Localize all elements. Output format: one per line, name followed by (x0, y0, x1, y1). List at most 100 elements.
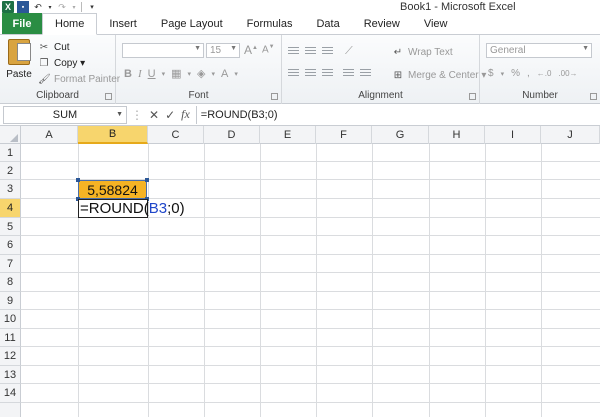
italic-icon[interactable]: I (138, 68, 142, 80)
select-all-button[interactable] (0, 126, 21, 144)
tab-view[interactable]: View (412, 13, 460, 34)
align-right-icon[interactable] (322, 69, 333, 78)
align-left-icon[interactable] (288, 69, 299, 78)
align-center-icon[interactable] (305, 69, 316, 78)
top-align-icon[interactable] (288, 47, 299, 56)
redo-dropdown-icon[interactable]: ▾ (71, 1, 77, 13)
column-header-e[interactable]: E (260, 126, 316, 144)
cell-b4-editor[interactable]: =ROUND(B3 ;0) (78, 199, 185, 218)
excel-logo-icon[interactable]: X (2, 1, 14, 13)
tab-review[interactable]: Review (352, 13, 412, 34)
name-box-value: SUM (52, 108, 78, 121)
middle-align-icon[interactable] (305, 47, 316, 56)
number-format-combo[interactable]: General ▼ (486, 43, 592, 58)
tab-file[interactable]: File (2, 13, 42, 34)
row-header-1[interactable]: 1 (0, 144, 21, 162)
decrease-indent-icon[interactable] (343, 69, 354, 78)
column-header-j[interactable]: J (541, 126, 600, 144)
row-header-3[interactable]: 3 (0, 180, 21, 199)
borders-dropdown-icon[interactable]: ▾ (188, 70, 192, 78)
paste-button[interactable]: Paste (4, 39, 34, 87)
increase-decimal-icon[interactable]: ←.0 (537, 69, 552, 78)
row-header-15[interactable] (0, 403, 21, 417)
tab-formulas[interactable]: Formulas (235, 13, 305, 34)
cut-button[interactable]: ✂ Cut (38, 40, 70, 54)
orientation-icon[interactable]: ⟋ (345, 45, 353, 58)
percent-icon[interactable]: % (511, 68, 520, 79)
row-header-6[interactable]: 6 (0, 236, 21, 255)
underline-dropdown-icon[interactable]: ▾ (162, 70, 166, 78)
format-painter-button[interactable]: 🖌 Format Painter (38, 72, 120, 86)
clipboard-launcher-icon[interactable] (105, 93, 112, 100)
formula-reference-text: B3 (148, 200, 168, 217)
worksheet-grid[interactable]: A B C D E F G H I J 1 2 3 4 5 6 7 8 9 10… (0, 126, 600, 417)
bold-icon[interactable]: B (124, 68, 132, 80)
row-header-14[interactable]: 14 (0, 384, 21, 403)
wrap-text-icon: ↵ (393, 46, 403, 58)
font-grow-shrink: A▲ A▼ (244, 43, 275, 57)
increase-indent-icon[interactable] (360, 69, 371, 78)
font-size-combo[interactable]: 15 ▼ (206, 43, 240, 58)
insert-function-icon[interactable]: fx (181, 107, 190, 122)
fill-color-dropdown-icon[interactable]: ▾ (211, 70, 215, 78)
font-group: ▼ 15 ▼ A▲ A▼ B I U ▾ ▦ ▾ ◈ ▾ A ▾ Font (116, 35, 282, 104)
cell-b3[interactable]: 5,58824 (78, 180, 147, 199)
fill-color-icon[interactable]: ◈ (197, 67, 205, 80)
column-header-f[interactable]: F (316, 126, 372, 144)
accounting-dropdown-icon[interactable]: ▾ (501, 70, 505, 78)
grow-font-icon[interactable]: A▲ (244, 43, 258, 57)
row-header-4[interactable]: 4 (0, 199, 21, 218)
tab-data[interactable]: Data (304, 13, 351, 34)
cancel-icon[interactable]: ✕ (149, 108, 159, 122)
range-handle[interactable] (76, 178, 80, 182)
column-header-c[interactable]: C (148, 126, 204, 144)
column-header-a[interactable]: A (21, 126, 78, 144)
comma-style-icon[interactable]: , (527, 68, 530, 79)
row-header-2[interactable]: 2 (0, 162, 21, 180)
row-header-8[interactable]: 8 (0, 273, 21, 292)
font-name-combo[interactable]: ▼ (122, 43, 204, 58)
alignment-launcher-icon[interactable] (469, 93, 476, 100)
decrease-decimal-icon[interactable]: .00→ (558, 69, 577, 78)
column-headers: A B C D E F G H I J (0, 126, 600, 144)
row-header-5[interactable]: 5 (0, 218, 21, 236)
column-header-g[interactable]: G (372, 126, 429, 144)
undo-icon[interactable]: ↶ (32, 1, 44, 13)
tab-page-layout[interactable]: Page Layout (149, 13, 235, 34)
row-header-9[interactable]: 9 (0, 292, 21, 310)
formula-input[interactable]: =ROUND(B3;0) (195, 105, 600, 124)
column-header-d[interactable]: D (204, 126, 260, 144)
wrap-text-button[interactable]: ↵ Wrap Text (392, 45, 453, 59)
save-icon[interactable]: ▪ (17, 1, 29, 13)
column-header-h[interactable]: H (429, 126, 485, 144)
column-header-i[interactable]: I (485, 126, 541, 144)
tab-home[interactable]: Home (42, 13, 98, 35)
tab-insert[interactable]: Insert (97, 13, 149, 34)
enter-icon[interactable]: ✓ (165, 108, 175, 122)
font-color-icon[interactable]: A (221, 68, 228, 80)
font-group-label: Font (188, 90, 209, 101)
row-header-10[interactable]: 10 (0, 310, 21, 329)
range-handle[interactable] (145, 178, 149, 182)
customize-qat-icon[interactable]: ▾ (86, 1, 98, 13)
name-box[interactable]: SUM ▼ (3, 105, 127, 124)
copy-button[interactable]: ❐ Copy ▾ (38, 56, 86, 70)
accounting-format-icon[interactable]: $ (488, 68, 494, 79)
number-launcher-icon[interactable] (590, 93, 597, 100)
row-header-7[interactable]: 7 (0, 255, 21, 273)
undo-dropdown-icon[interactable]: ▾ (47, 1, 53, 13)
name-box-dropdown-icon[interactable]: ▼ (116, 111, 123, 118)
gridline (260, 144, 261, 417)
redo-icon[interactable]: ↷ (56, 1, 68, 13)
row-header-13[interactable]: 13 (0, 366, 21, 384)
font-color-dropdown-icon[interactable]: ▾ (234, 70, 238, 78)
bottom-align-icon[interactable] (322, 47, 333, 56)
row-header-12[interactable]: 12 (0, 347, 21, 366)
font-launcher-icon[interactable] (271, 93, 278, 100)
underline-icon[interactable]: U (148, 68, 156, 80)
merge-center-button[interactable]: ⊞ Merge & Center ▾ (392, 68, 487, 82)
row-header-11[interactable]: 11 (0, 329, 21, 347)
column-header-b[interactable]: B (78, 126, 148, 144)
borders-icon[interactable]: ▦ (171, 67, 181, 80)
shrink-font-icon[interactable]: A▼ (262, 44, 275, 55)
